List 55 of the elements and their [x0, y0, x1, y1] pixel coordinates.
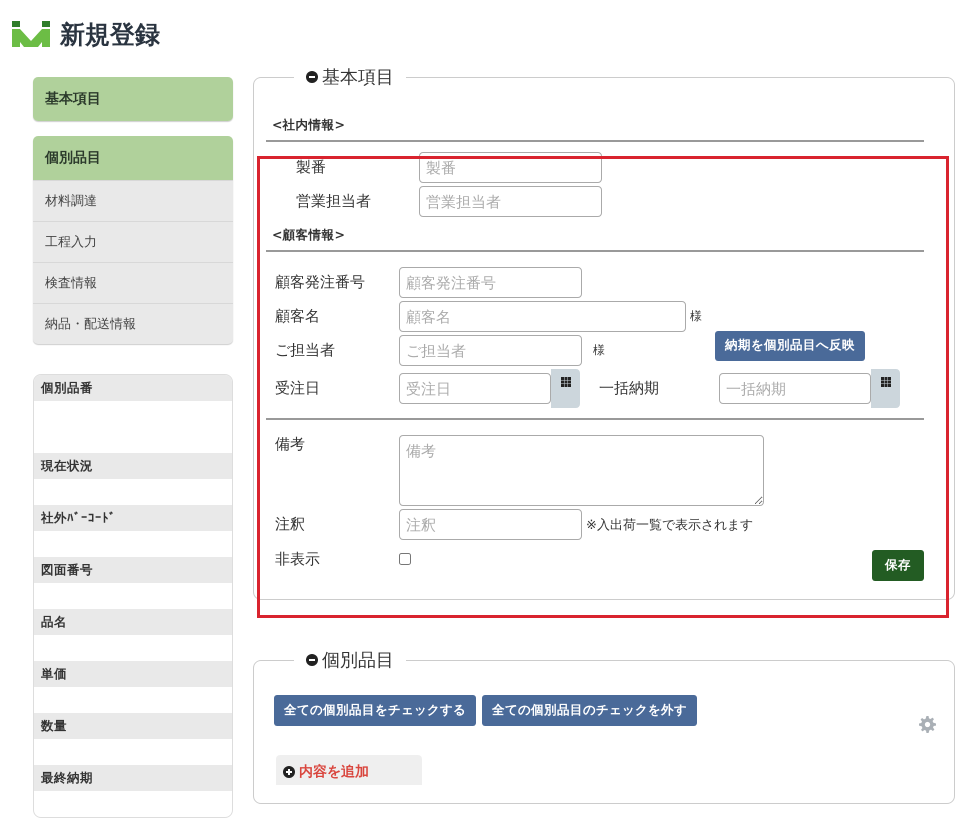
suffix-text: 様: [593, 342, 605, 359]
check-all-button[interactable]: 全ての個別品目のチェックを外す: [482, 695, 697, 726]
field-label: 非表示: [274, 550, 321, 569]
summary-label: 現在状況: [34, 453, 232, 479]
sidebar-item[interactable]: 材料調達: [33, 180, 233, 221]
apply-due-date-button[interactable]: 納期を個別品目へ反映: [715, 330, 865, 360]
collapse-icon[interactable]: [306, 71, 318, 83]
textarea-field[interactable]: 備考: [399, 435, 764, 506]
summary-label: 数量: [34, 713, 232, 739]
field-label: 顧客発注番号: [274, 273, 366, 292]
input-field[interactable]: 注釈: [399, 509, 582, 540]
summary-label: 品名: [34, 609, 232, 635]
summary-label: 図面番号: [34, 557, 232, 583]
sidebar-section[interactable]: 基本項目: [33, 77, 233, 121]
save-button[interactable]: 保存: [872, 550, 924, 581]
section-heading: <社内情報>: [266, 89, 924, 142]
sidebar-item[interactable]: 検査情報: [33, 262, 233, 303]
date-picker-button[interactable]: [551, 369, 580, 408]
summary-label: 単価: [34, 661, 232, 687]
field-label: ご担当者: [274, 341, 336, 360]
sidebar-item[interactable]: 納品・配送情報: [33, 303, 233, 344]
panel-title: 基本項目: [322, 66, 394, 89]
field-label: 顧客名: [274, 307, 321, 326]
hint-text: ※入出荷一覧で表示されます: [586, 516, 753, 534]
suffix-text: 様: [690, 308, 702, 325]
check-all-button[interactable]: 全ての個別品目をチェックする: [274, 695, 476, 726]
section-heading: <顧客情報>: [266, 227, 924, 252]
input-field[interactable]: 受注日: [399, 373, 551, 404]
logo-icon: [12, 21, 50, 47]
sidebar-item[interactable]: 工程入力: [33, 221, 233, 262]
collapse-icon[interactable]: [306, 654, 318, 666]
input-field[interactable]: 一括納期: [719, 373, 871, 404]
input-field[interactable]: 製番: [419, 152, 602, 183]
page-title: 新規登録: [60, 18, 160, 50]
summary-label: 個別品番: [34, 375, 232, 401]
hidden-checkbox[interactable]: [399, 553, 411, 565]
summary-label: 社外ﾊﾞｰｺｰﾄﾞ: [34, 505, 232, 531]
grid-icon: [880, 377, 890, 387]
input-field[interactable]: 営業担当者: [419, 186, 602, 217]
input-field[interactable]: 顧客名: [399, 301, 686, 332]
date-picker-button[interactable]: [871, 369, 900, 408]
summary-label: 最終納期: [34, 765, 232, 791]
panel-title: 個別品目: [322, 649, 394, 672]
input-field[interactable]: 顧客発注番号: [399, 267, 582, 298]
field-label: 製番: [295, 158, 327, 177]
field-label: 営業担当者: [295, 192, 372, 211]
field-label: 受注日: [274, 379, 321, 398]
add-content-button[interactable]: 内容を追加: [276, 755, 422, 785]
input-field[interactable]: ご担当者: [399, 335, 582, 366]
field-label: 備考: [274, 435, 306, 454]
field-label: 一括納期: [599, 379, 660, 398]
field-label: 注釈: [274, 515, 306, 534]
sidebar-section[interactable]: 個別品目: [33, 136, 233, 180]
grid-icon: [560, 377, 570, 387]
plus-icon: [283, 766, 295, 778]
